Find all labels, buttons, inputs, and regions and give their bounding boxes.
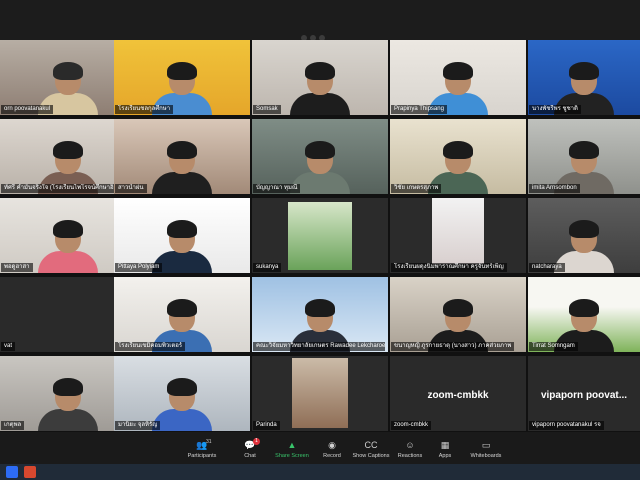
participant-avatar	[38, 378, 98, 431]
participant-name: เกตุพล	[1, 421, 25, 430]
participant-name: natcharaya	[529, 263, 565, 272]
chat-icon: 💬	[244, 440, 256, 450]
show-captions-button[interactable]: CC Show Captions	[349, 440, 393, 459]
video-tile[interactable]: imita Arnsombon	[528, 119, 640, 194]
participant-display-name: zoom-cmbkk	[427, 390, 489, 401]
participant-name: ขนาญหญิ ภูรกายธาตุ (นางสาว) ภาคส่วยภาพ	[391, 342, 515, 351]
participants-count: 31	[206, 439, 212, 445]
participant-name: บัญญาณา ทุมณี	[253, 184, 301, 193]
participants-label: Participants	[187, 453, 217, 459]
whiteboard-icon: ▭	[481, 440, 491, 450]
video-tile[interactable]: คณะวิจัยมหาวิทยาลัยเกษตร Rawadee Lekchar…	[252, 277, 388, 352]
participant-avatar	[152, 378, 212, 431]
video-tile[interactable]: วิชัย เกษตรสุภาพ	[390, 119, 526, 194]
zoom-app-icon[interactable]	[6, 466, 18, 478]
video-tile[interactable]: Tirrat Somngam	[528, 277, 640, 352]
chat-unread-badge: 1	[253, 438, 260, 445]
os-taskbar	[0, 464, 640, 480]
video-tile[interactable]: vipaporn poovat... vipaporn poovatanakul…	[528, 356, 640, 431]
participant-name: Somsak	[253, 105, 281, 114]
video-tile[interactable]: มานิยะ จุลหิรัญ	[114, 356, 250, 431]
record-icon: ◉	[328, 440, 336, 450]
participant-name: Prapinya Thipsang	[391, 105, 447, 114]
participant-video	[292, 358, 348, 428]
show-captions-label: Show Captions	[352, 453, 390, 459]
video-tile[interactable]: natcharaya	[528, 198, 640, 273]
participant-name: vipaporn poovatanakul รจ	[529, 421, 604, 430]
participant-name: imita Arnsombon	[529, 184, 580, 193]
participant-name: คณะวิจัยมหาวิทยาลัยเกษตร Rawadee Lekchar…	[253, 342, 385, 351]
participant-name: พอดูฮาสา	[1, 263, 33, 272]
chat-label: Chat	[244, 453, 256, 459]
video-tile[interactable]: โรงเรียนผดุงนิมพาราณศึกษา ครูจันทร์เพ็ญ	[390, 198, 526, 273]
participant-display-name: vipaporn poovat...	[540, 390, 628, 401]
page-indicator	[301, 28, 339, 41]
share-screen-icon: ▲	[287, 440, 297, 450]
video-tile[interactable]: Parinda	[252, 356, 388, 431]
apps-label: Apps	[438, 453, 452, 459]
participant-name: โรงเรียนเขมิคอมพิวเตอร์	[115, 342, 186, 351]
app-icon[interactable]	[24, 466, 36, 478]
video-gallery: orn poovatanakul โรงเรียนชลกุลศึกษา Soms…	[0, 40, 640, 432]
whiteboards-label: Whiteboards	[470, 453, 502, 459]
record-label: Record	[323, 453, 341, 459]
participant-name: vat	[1, 342, 16, 351]
participant-name: โรงเรียนชลกุลศึกษา	[115, 105, 174, 114]
participants-button[interactable]: 👥 31 Participants	[180, 439, 224, 459]
participant-name: Tirrat Somngam	[529, 342, 578, 351]
participant-video	[288, 202, 352, 270]
participant-name: วิชัย เกษตรสุภาพ	[391, 184, 442, 193]
participant-avatar	[38, 220, 98, 273]
participant-avatar	[152, 141, 212, 194]
share-screen-label: Share Screen	[275, 453, 309, 459]
captions-icon: CC	[364, 440, 378, 450]
meeting-toolbar: 👥 31 Participants 💬 1 Chat ▲ Share Scree…	[0, 432, 640, 464]
participant-video	[432, 198, 484, 264]
participant-name: Parinda	[253, 421, 280, 430]
apps-icon: ▦	[440, 440, 450, 450]
record-button[interactable]: ◉ Record	[310, 440, 354, 459]
video-tile[interactable]: Pittaya Polyiam	[114, 198, 250, 273]
apps-button[interactable]: ▦ Apps	[423, 440, 467, 459]
video-tile[interactable]: สาวน้ำฝน	[114, 119, 250, 194]
reactions-label: Reactions	[397, 453, 423, 459]
video-tile[interactable]: โรงเรียนชลกุลศึกษา	[114, 40, 250, 115]
participant-name: sukanya	[253, 263, 282, 272]
video-tile[interactable]: sukanya	[252, 198, 388, 273]
participant-name: นางพัชรีพร ชูชาติ	[529, 105, 581, 114]
top-bar	[0, 0, 640, 41]
people-icon: 👥	[196, 440, 208, 450]
video-tile[interactable]: โรงเรียนเขมิคอมพิวเตอร์	[114, 277, 250, 352]
video-tile[interactable]: zoom-cmbkk zoom-cmbkk	[390, 356, 526, 431]
video-tile[interactable]: บัญญาณา ทุมณี	[252, 119, 388, 194]
participant-name: สาวน้ำฝน	[115, 184, 147, 193]
participant-name: มานิยะ จุลหิรัญ	[115, 421, 161, 430]
video-tile[interactable]: Somsak	[252, 40, 388, 115]
participant-name: orn poovatanakul	[1, 105, 54, 114]
participant-name: zoom-cmbkk	[391, 421, 432, 430]
participant-name: Pittaya Polyiam	[115, 263, 163, 272]
whiteboards-button[interactable]: ▭ Whiteboards	[464, 440, 508, 459]
video-tile[interactable]: Prapinya Thipsang	[390, 40, 526, 115]
participant-name: โรงเรียนผดุงนิมพาราณศึกษา ครูจันทร์เพ็ญ	[391, 263, 507, 272]
video-tile[interactable]: นางพัชรีพร ชูชาติ	[528, 40, 640, 115]
chat-button[interactable]: 💬 1 Chat	[228, 438, 272, 459]
video-tile-active-speaker[interactable]: ขนาญหญิ ภูรกายธาตุ (นางสาว) ภาคส่วยภาพ	[390, 277, 526, 352]
participant-avatar	[290, 62, 350, 115]
share-screen-button[interactable]: ▲ Share Screen	[270, 440, 314, 459]
